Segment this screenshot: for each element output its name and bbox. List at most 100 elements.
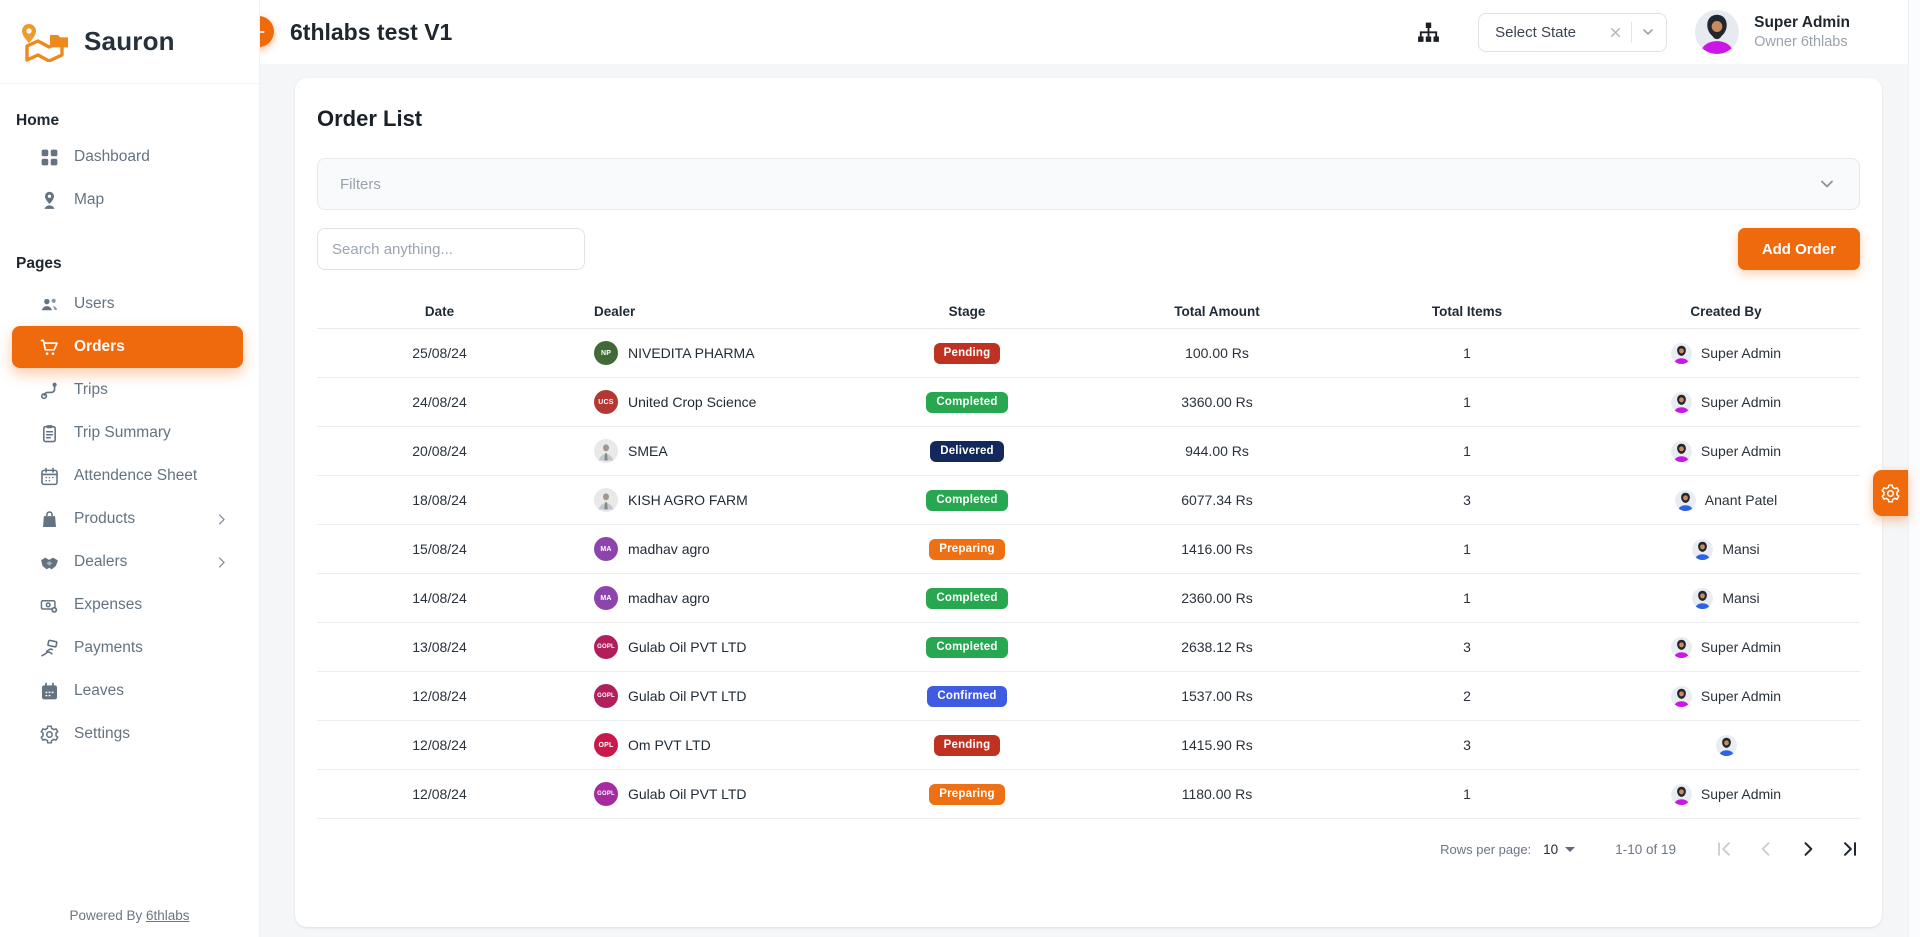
sidebar-item-label: Trip Summary <box>74 424 171 442</box>
chevron-down-icon[interactable] <box>1817 174 1837 194</box>
sidebar-item-label: Dealers <box>74 553 127 571</box>
dealer-cell: UCSUnited Crop Science <box>562 390 842 414</box>
total-items: 1 <box>1342 786 1592 802</box>
column-header-created-by: Created By <box>1592 304 1860 319</box>
column-header-date: Date <box>317 304 562 319</box>
dealer-cell: NPNIVEDITA PHARMA <box>562 341 842 365</box>
gear-icon <box>38 723 60 745</box>
order-date: 20/08/24 <box>317 443 562 459</box>
calendarFilled-icon <box>38 680 60 702</box>
settings-fab[interactable] <box>1873 470 1908 516</box>
pagination: Rows per page: 10 1-10 of 19 <box>317 827 1860 871</box>
user-avatar <box>1695 10 1739 54</box>
sidebar-item-settings[interactable]: Settings <box>12 713 243 755</box>
sidebar-item-users[interactable]: Users <box>12 283 243 325</box>
select-divider <box>1631 22 1632 43</box>
sidebar-item-label: Orders <box>74 338 125 356</box>
dealer-name: KISH AGRO FARM <box>628 492 748 508</box>
user-menu[interactable]: Super Admin Owner 6thlabs <box>1695 10 1850 54</box>
last-page-button[interactable] <box>1840 839 1860 859</box>
table-row[interactable]: 18/08/24KISH AGRO FARMCompleted6077.34 R… <box>317 476 1860 525</box>
sidebar-item-orders[interactable]: Orders <box>12 326 243 368</box>
stage-badge: Completed <box>926 392 1007 413</box>
dealer-initials: MA <box>600 595 611 602</box>
table-row[interactable]: 20/08/24SMEADelivered944.00 Rs1Super Adm… <box>317 427 1860 476</box>
created-by-cell: Super Admin <box>1592 784 1860 805</box>
table-row[interactable]: 15/08/24MAmadhav agroPreparing1416.00 Rs… <box>317 525 1860 574</box>
sidebar-item-dealers[interactable]: Dealers <box>12 541 243 583</box>
stage-cell: Pending <box>842 343 1092 364</box>
last-page-icon <box>1840 839 1860 859</box>
order-date: 12/08/24 <box>317 688 562 704</box>
table-row[interactable]: 14/08/24MAmadhav agroCompleted2360.00 Rs… <box>317 574 1860 623</box>
sidebar-item-attendence-sheet[interactable]: Attendence Sheet <box>12 455 243 497</box>
filters-accordion[interactable]: Filters <box>317 158 1860 210</box>
next-page-button[interactable] <box>1798 839 1818 859</box>
map-logo-icon <box>18 22 70 62</box>
pagination-range: 1-10 of 19 <box>1615 842 1676 857</box>
dealer-cell: SMEA <box>562 439 842 463</box>
dealer-name: United Crop Science <box>628 394 756 410</box>
sidebar-item-dashboard[interactable]: Dashboard <box>12 136 243 178</box>
sidebar-item-expenses[interactable]: Expenses <box>12 584 243 626</box>
dealer-name: Gulab Oil PVT LTD <box>628 639 747 655</box>
sidebar-item-trip-summary[interactable]: Trip Summary <box>12 412 243 454</box>
total-items: 1 <box>1342 394 1592 410</box>
gear-icon <box>1880 483 1901 504</box>
total-amount: 1416.00 Rs <box>1092 541 1342 557</box>
brand-footer-link[interactable]: 6thlabs <box>146 908 190 923</box>
creator-name: Super Admin <box>1701 639 1781 655</box>
dealer-name: Om PVT LTD <box>628 737 711 753</box>
table-row[interactable]: 12/08/24OPLOm PVT LTDPending1415.90 Rs3 <box>317 721 1860 770</box>
chevron-right-icon <box>1798 839 1818 859</box>
table-row[interactable]: 24/08/24UCSUnited Crop ScienceCompleted3… <box>317 378 1860 427</box>
dealer-initials: MA <box>600 546 611 553</box>
sidebar-item-products[interactable]: Products <box>12 498 243 540</box>
column-header-total-amount: Total Amount <box>1092 304 1342 319</box>
chevron-down-icon[interactable] <box>1640 24 1656 40</box>
dealer-avatar: GOPL <box>594 635 618 659</box>
order-date: 24/08/24 <box>317 394 562 410</box>
dealer-name: NIVEDITA PHARMA <box>628 345 755 361</box>
clear-icon[interactable] <box>1608 25 1623 40</box>
prev-page-button[interactable] <box>1756 839 1776 859</box>
sidebar-item-trips[interactable]: Trips <box>12 369 243 411</box>
table-row[interactable]: 25/08/24NPNIVEDITA PHARMAPending100.00 R… <box>317 329 1860 378</box>
created-by-cell <box>1592 735 1860 756</box>
stage-cell: Completed <box>842 490 1092 511</box>
orders-table: DateDealerStageTotal AmountTotal ItemsCr… <box>317 295 1860 819</box>
dealer-avatar: MA <box>594 537 618 561</box>
hierarchy-button[interactable] <box>1415 20 1442 45</box>
scrollbar-track[interactable] <box>1908 0 1920 937</box>
sidebar-item-label: Users <box>74 295 114 313</box>
dealer-cell: GOPL Gulab Oil PVT LTD <box>562 635 842 659</box>
dashboard-icon <box>38 146 60 168</box>
user-name: Super Admin <box>1754 13 1850 32</box>
table-row[interactable]: 12/08/24GOPLGulab Oil PVT LTDConfirmed15… <box>317 672 1860 721</box>
search-input[interactable] <box>317 228 585 270</box>
first-page-icon <box>1714 839 1734 859</box>
order-list-card: Order List Filters Add Order DateDealerS… <box>295 78 1882 927</box>
sidebar-item-label: Payments <box>74 639 143 657</box>
clipboard-icon <box>38 422 60 444</box>
table-body: 25/08/24NPNIVEDITA PHARMAPending100.00 R… <box>317 329 1860 819</box>
created-by-cell: Mansi <box>1592 539 1860 560</box>
table-row[interactable]: 12/08/24GOPLGulab Oil PVT LTDPreparing11… <box>317 770 1860 819</box>
add-order-button[interactable]: Add Order <box>1738 228 1860 270</box>
cart-icon <box>38 336 60 358</box>
rows-per-page-select[interactable]: 10 <box>1543 842 1575 857</box>
sidebar-item-payments[interactable]: Payments <box>12 627 243 669</box>
table-row[interactable]: 13/08/24GOPLGulab Oil PVT LTDCompleted26… <box>317 623 1860 672</box>
order-date: 13/08/24 <box>317 639 562 655</box>
total-items: 1 <box>1342 345 1592 361</box>
sidebar-nav: HomeDashboardMapPagesUsersOrdersTripsTri… <box>0 84 259 755</box>
powered-by-text: Powered By <box>69 908 142 923</box>
sidebar-item-map[interactable]: Map <box>12 179 243 221</box>
brand-logo[interactable]: Sauron <box>0 0 259 84</box>
first-page-button[interactable] <box>1714 839 1734 859</box>
state-select[interactable]: Select State <box>1478 13 1667 52</box>
sidebar-item-label: Settings <box>74 725 130 743</box>
stage-cell: Delivered <box>842 441 1092 462</box>
order-date: 18/08/24 <box>317 492 562 508</box>
sidebar-item-leaves[interactable]: Leaves <box>12 670 243 712</box>
